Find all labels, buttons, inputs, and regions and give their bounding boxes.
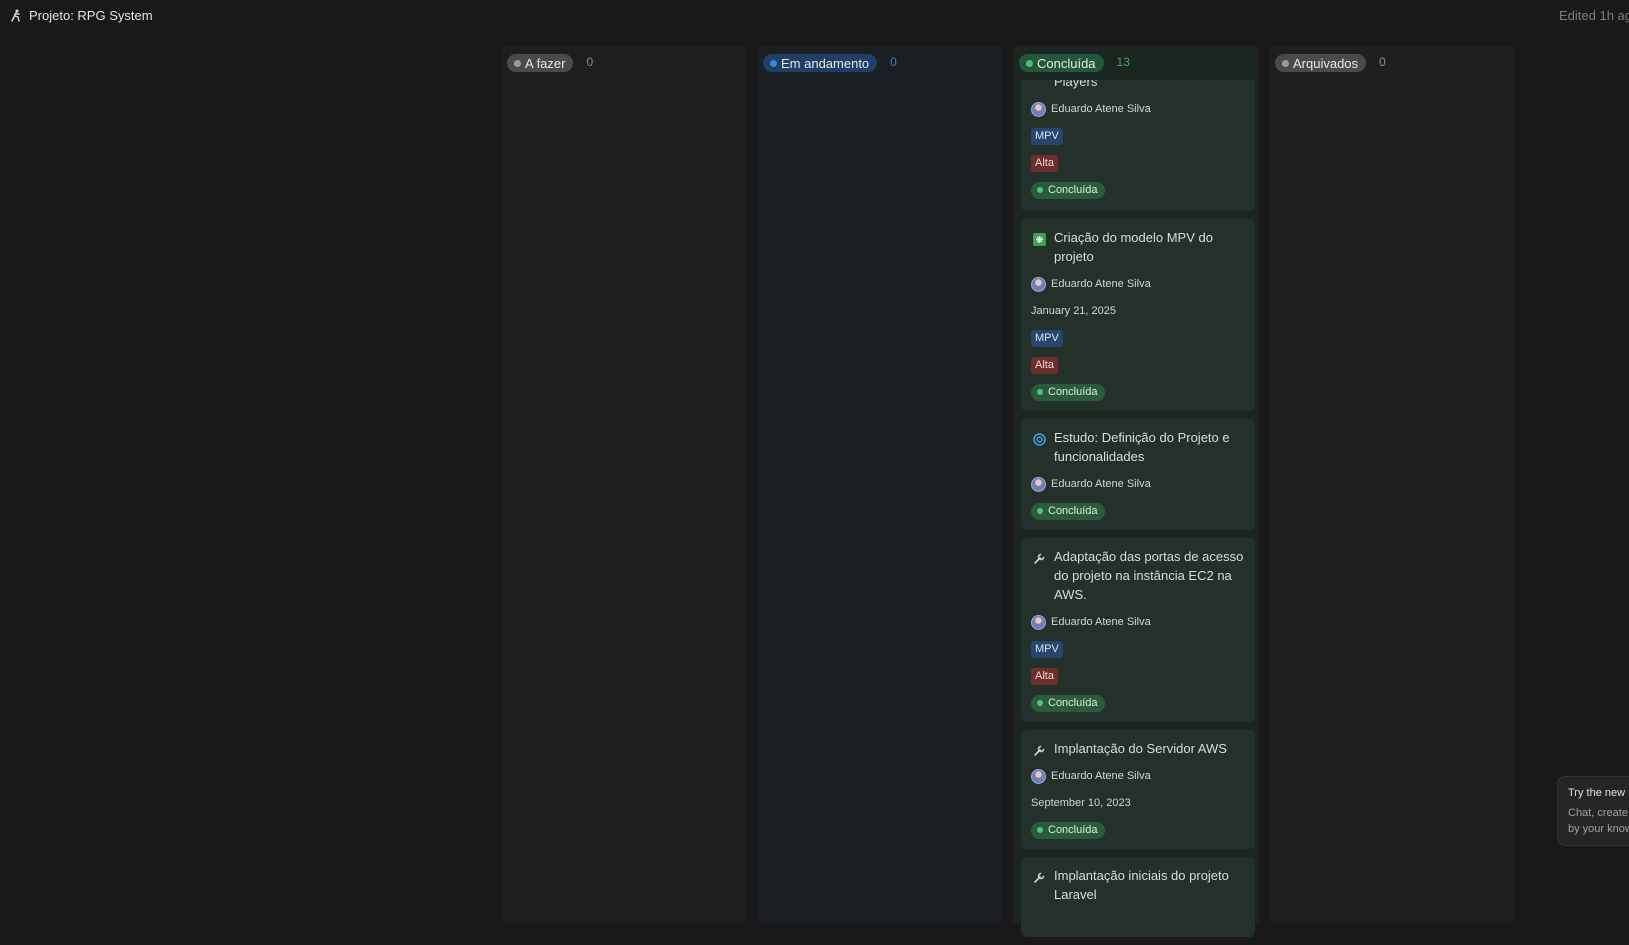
column-label[interactable]: A fazer (507, 54, 574, 72)
column-label[interactable]: Arquivados (1275, 54, 1367, 72)
task-card[interactable]: Implantação do Servidor AWS Eduardo Aten… (1021, 730, 1255, 849)
column-header-a-fazer[interactable]: A fazer 0 (501, 46, 747, 80)
task-card[interactable]: Criação do modelo MPV do projeto Eduardo… (1021, 219, 1255, 411)
assignee: Eduardo Atene Silva (1031, 275, 1245, 293)
toast-title: Try the new N (1568, 787, 1629, 799)
avatar (1031, 614, 1046, 630)
status-dot-icon (770, 59, 777, 67)
status-text: Concluída (1048, 386, 1098, 398)
toast-body-line: Chat, create, (1568, 807, 1629, 819)
person-running-icon (8, 7, 24, 23)
assignee: Eduardo Atene Silva (1031, 767, 1245, 785)
tag-mpv: MPV (1031, 329, 1063, 347)
status-dot-icon (1037, 700, 1043, 706)
status-text: Concluída (1048, 824, 1098, 836)
status-badge: Concluída (1031, 502, 1105, 520)
status-text: Concluída (1048, 697, 1098, 709)
status-dot-icon (1282, 59, 1289, 67)
status-dot-icon (514, 59, 521, 67)
column-label-text: Arquivados (1293, 55, 1359, 71)
due-date: September 10, 2023 (1031, 797, 1131, 809)
column-header-em-andamento[interactable]: Em andamento 0 (757, 46, 1003, 80)
due-date: January 21, 2025 (1031, 305, 1117, 317)
status-dot-icon (1037, 827, 1043, 833)
assignee-name: Eduardo Atene Silva (1051, 616, 1151, 628)
column-label[interactable]: Em andamento (763, 54, 878, 72)
task-card[interactable]: Players Eduardo Atene Silva MPV Alta Con… (1021, 80, 1255, 211)
card-title: Implantação iniciais do projeto Laravel (1054, 868, 1229, 902)
avatar (1031, 768, 1046, 784)
priority-badge: Alta (1031, 667, 1058, 685)
wrench-icon (1031, 869, 1047, 885)
card-list-concluida: Players Eduardo Atene Silva MPV Alta Con… (1021, 80, 1255, 945)
priority-badge: Alta (1031, 356, 1058, 374)
assignee-name: Eduardo Atene Silva (1051, 278, 1151, 290)
column-em-andamento (757, 46, 1003, 923)
status-dot-icon (1026, 59, 1033, 67)
column-header-arquivados[interactable]: Arquivados 0 (1269, 46, 1515, 80)
wrench-icon (1031, 742, 1047, 758)
card-title: Adaptação das portas de acesso do projet… (1054, 549, 1244, 602)
column-a-fazer (501, 46, 747, 923)
top-bar: Projeto: RPG System Edited 1h ag (0, 0, 1629, 30)
tag-mpv: MPV (1031, 640, 1063, 658)
column-label-text: Concluída (1037, 55, 1096, 71)
assignee-name: Eduardo Atene Silva (1051, 770, 1151, 782)
column-count: 13 (1116, 55, 1130, 69)
status-dot-icon (1037, 508, 1043, 514)
priority-badge: Alta (1031, 154, 1058, 172)
toast-body: Chat, create, by your know (1568, 805, 1629, 837)
column-label-text: Em andamento (781, 55, 870, 71)
avatar (1031, 101, 1046, 117)
column-count: 0 (1379, 55, 1386, 69)
column-count: 0 (586, 55, 594, 69)
status-badge: Concluída (1031, 694, 1105, 712)
task-card[interactable]: Estudo: Definição do Projeto e funcional… (1021, 419, 1255, 530)
status-text: Concluída (1048, 184, 1098, 196)
column-count: 0 (890, 55, 897, 69)
toast-body-line: by your know (1568, 823, 1629, 835)
edited-timestamp: Edited 1h ag (1559, 8, 1629, 23)
task-card[interactable]: Adaptação das portas de acesso do projet… (1021, 538, 1255, 722)
status-dot-icon (1037, 187, 1043, 193)
card-title: Players (1054, 80, 1098, 89)
column-header-concluida[interactable]: Concluída 13 (1013, 46, 1259, 80)
assignee-name: Eduardo Atene Silva (1051, 103, 1151, 115)
promo-toast[interactable]: Try the new N Chat, create, by your know (1557, 776, 1629, 846)
card-title: Estudo: Definição do Projeto e funcional… (1054, 430, 1230, 464)
assignee: Eduardo Atene Silva (1031, 613, 1245, 631)
avatar (1031, 276, 1046, 292)
avatar (1031, 476, 1046, 492)
page-title[interactable]: Projeto: RPG System (29, 8, 153, 23)
column-label-text: A fazer (525, 55, 566, 71)
green-grid-icon (1031, 231, 1047, 247)
status-dot-icon (1037, 389, 1043, 395)
tag-mpv: MPV (1031, 127, 1063, 145)
status-text: Concluída (1048, 505, 1098, 517)
column-arquivados (1269, 46, 1515, 923)
task-card[interactable]: Implantação iniciais do projeto Laravel (1021, 857, 1255, 937)
wrench-icon (1031, 550, 1047, 566)
card-title: Implantação do Servidor AWS (1054, 741, 1227, 756)
assignee-name: Eduardo Atene Silva (1051, 478, 1151, 490)
blue-swirl-icon (1031, 431, 1047, 447)
status-badge: Concluída (1031, 181, 1105, 199)
assignee: Eduardo Atene Silva (1031, 475, 1245, 493)
card-title: Criação do modelo MPV do projeto (1054, 230, 1213, 264)
column-label[interactable]: Concluída (1019, 54, 1104, 72)
assignee: Eduardo Atene Silva (1031, 100, 1245, 118)
status-badge: Concluída (1031, 383, 1105, 401)
status-badge: Concluída (1031, 821, 1105, 839)
